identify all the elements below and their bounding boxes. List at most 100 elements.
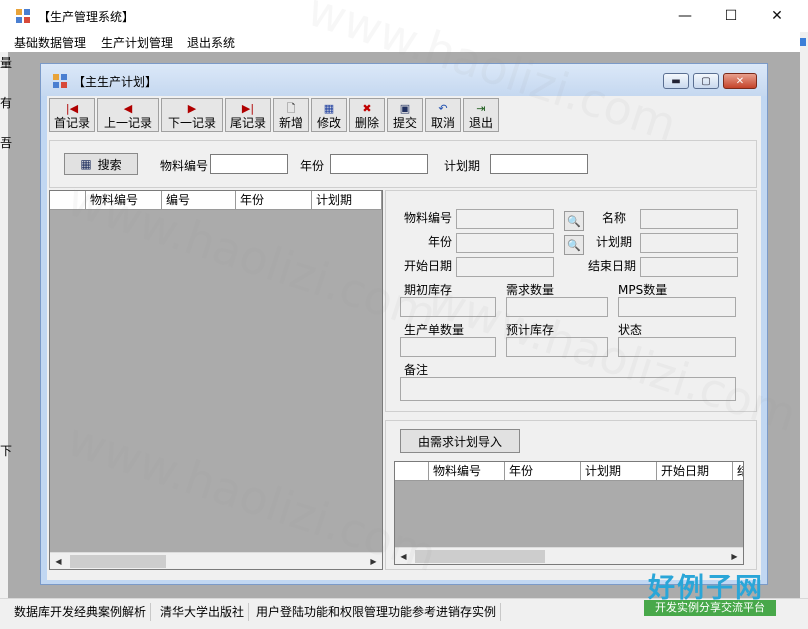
column-header[interactable]: 开始日期 <box>657 462 733 480</box>
status-note: 用户登陆功能和权限管理功能参考进销存实例 <box>252 603 502 621</box>
column-header[interactable]: 计划期 <box>312 191 382 209</box>
column-header[interactable]: 年份 <box>236 191 312 209</box>
column-header[interactable]: 物料编号 <box>86 191 162 209</box>
partial-char: 下 <box>0 444 13 458</box>
maximize-button[interactable]: ☐ <box>708 0 754 32</box>
plan-lookup-button[interactable]: 🔍 <box>564 235 584 255</box>
plan-period-field[interactable] <box>640 233 738 253</box>
right-scrollbar-strip[interactable] <box>800 32 808 598</box>
detail-grid[interactable]: 物料编号 年份 计划期 开始日期 结 ◀ ▶ <box>394 461 744 565</box>
next-record-icon: ▶ <box>187 102 197 115</box>
maximize-icon: ☐ <box>724 8 738 24</box>
search-material-label: 物料编号 <box>160 159 209 173</box>
search-group: ▦ 搜索 物料编号 年份 计划期 <box>49 140 757 188</box>
production-qty-field[interactable] <box>400 337 496 357</box>
projected-stock-field[interactable] <box>506 337 608 357</box>
scroll-thumb[interactable] <box>415 550 545 563</box>
status-label: 状态 <box>618 323 643 337</box>
start-date-label: 开始日期 <box>404 259 453 273</box>
start-date-field[interactable] <box>456 257 554 277</box>
end-date-label: 结束日期 <box>588 259 637 273</box>
next-record-button[interactable]: ▶ 下一记录 <box>161 98 223 132</box>
first-record-icon: |◀ <box>65 102 79 115</box>
partial-char: 吾 <box>0 136 13 150</box>
material-lookup-button[interactable]: 🔍 <box>564 211 584 231</box>
opening-stock-field[interactable] <box>400 297 496 317</box>
mps-qty-field[interactable] <box>618 297 736 317</box>
opening-stock-label: 期初库存 <box>404 283 453 297</box>
child-title: 【主生产计划】 <box>73 75 158 89</box>
cancel-button[interactable]: ↶ 取消 <box>425 98 461 132</box>
detail-group: 物料编号 🔍 名称 年份 🔍 计划期 开始日期 结束日期 期初库存 需求数量 M… <box>385 190 757 412</box>
delete-icon: ✖ <box>362 102 372 115</box>
close-button[interactable]: ✕ <box>754 0 800 32</box>
form-icon <box>53 74 67 88</box>
column-header[interactable]: 结 <box>733 462 743 480</box>
menu-production-plan[interactable]: 生产计划管理 <box>101 34 173 51</box>
name-field[interactable] <box>640 209 738 229</box>
magnifier-icon: 🔍 <box>567 214 581 228</box>
delete-button[interactable]: ✖ 删除 <box>349 98 385 132</box>
master-grid[interactable]: 物料编号 编号 年份 计划期 ◀ ▶ <box>49 190 383 570</box>
minimize-icon: ▬ <box>671 75 681 87</box>
partial-char: 有 <box>0 96 13 110</box>
year-field[interactable] <box>456 233 554 253</box>
scroll-right-icon[interactable]: ▶ <box>726 548 743 564</box>
prev-record-button[interactable]: ◀ 上一记录 <box>97 98 159 132</box>
demand-qty-label: 需求数量 <box>506 283 555 297</box>
column-header[interactable]: 编号 <box>162 191 236 209</box>
projected-stock-label: 预计库存 <box>506 323 555 337</box>
scroll-indicator <box>800 38 806 46</box>
add-button[interactable]: 🗋 新增 <box>273 98 309 132</box>
remark-label: 备注 <box>404 363 429 377</box>
close-icon: ✕ <box>771 8 783 24</box>
column-header[interactable]: 物料编号 <box>429 462 505 480</box>
scroll-thumb[interactable] <box>70 555 166 568</box>
scroll-left-icon[interactable]: ◀ <box>395 548 412 564</box>
search-plan-input[interactable] <box>490 154 588 174</box>
search-icon: ▦ <box>80 157 92 171</box>
menu-basic-data[interactable]: 基础数据管理 <box>14 34 86 51</box>
app-titlebar: 【生产管理系统】 — ☐ ✕ <box>0 0 808 32</box>
last-record-icon: ▶| <box>241 102 255 115</box>
restore-icon: ▢ <box>701 75 711 87</box>
column-header[interactable]: 年份 <box>505 462 581 480</box>
material-no-field[interactable] <box>456 209 554 229</box>
scroll-left-icon[interactable]: ◀ <box>50 553 67 569</box>
detail-grid-hscroll[interactable]: ◀ ▶ <box>395 547 743 564</box>
partial-char: 量 <box>0 56 13 70</box>
search-year-input[interactable] <box>330 154 428 174</box>
production-qty-label: 生产单数量 <box>404 323 465 337</box>
minimize-button[interactable]: — <box>662 0 708 32</box>
master-grid-hscroll[interactable]: ◀ ▶ <box>50 552 382 569</box>
child-minimize-button[interactable]: ▬ <box>663 73 689 89</box>
master-grid-header: 物料编号 编号 年份 计划期 <box>50 191 382 210</box>
app-title: 【生产管理系统】 <box>38 10 135 24</box>
plan-period-label: 计划期 <box>596 235 633 249</box>
search-button[interactable]: ▦ 搜索 <box>64 153 138 175</box>
submit-button[interactable]: ▣ 提交 <box>387 98 423 132</box>
detail-grid-header: 物料编号 年份 计划期 开始日期 结 <box>395 462 743 481</box>
brand-tagline: 开发实例分享交流平台 <box>644 600 776 616</box>
status-field[interactable] <box>618 337 736 357</box>
status-book: 数据库开发经典案例解析 <box>10 603 152 621</box>
close-icon: ✕ <box>735 75 745 87</box>
child-restore-button[interactable]: ▢ <box>693 73 719 89</box>
search-material-input[interactable] <box>210 154 288 174</box>
end-date-field[interactable] <box>640 257 738 277</box>
remark-field[interactable] <box>400 377 736 401</box>
edit-button[interactable]: ▦ 修改 <box>311 98 347 132</box>
last-record-button[interactable]: ▶| 尾记录 <box>225 98 271 132</box>
import-from-demand-button[interactable]: 由需求计划导入 <box>400 429 520 453</box>
demand-qty-field[interactable] <box>506 297 608 317</box>
search-plan-label: 计划期 <box>444 159 481 173</box>
exit-button[interactable]: ⇥ 退出 <box>463 98 499 132</box>
material-no-label: 物料编号 <box>404 211 453 225</box>
child-close-button[interactable]: ✕ <box>723 73 757 89</box>
undo-icon: ↶ <box>438 102 448 115</box>
mps-qty-label: MPS数量 <box>618 283 668 297</box>
scroll-right-icon[interactable]: ▶ <box>365 553 382 569</box>
menu-exit-system[interactable]: 退出系统 <box>187 34 235 51</box>
first-record-button[interactable]: |◀ 首记录 <box>49 98 95 132</box>
column-header[interactable]: 计划期 <box>581 462 657 480</box>
